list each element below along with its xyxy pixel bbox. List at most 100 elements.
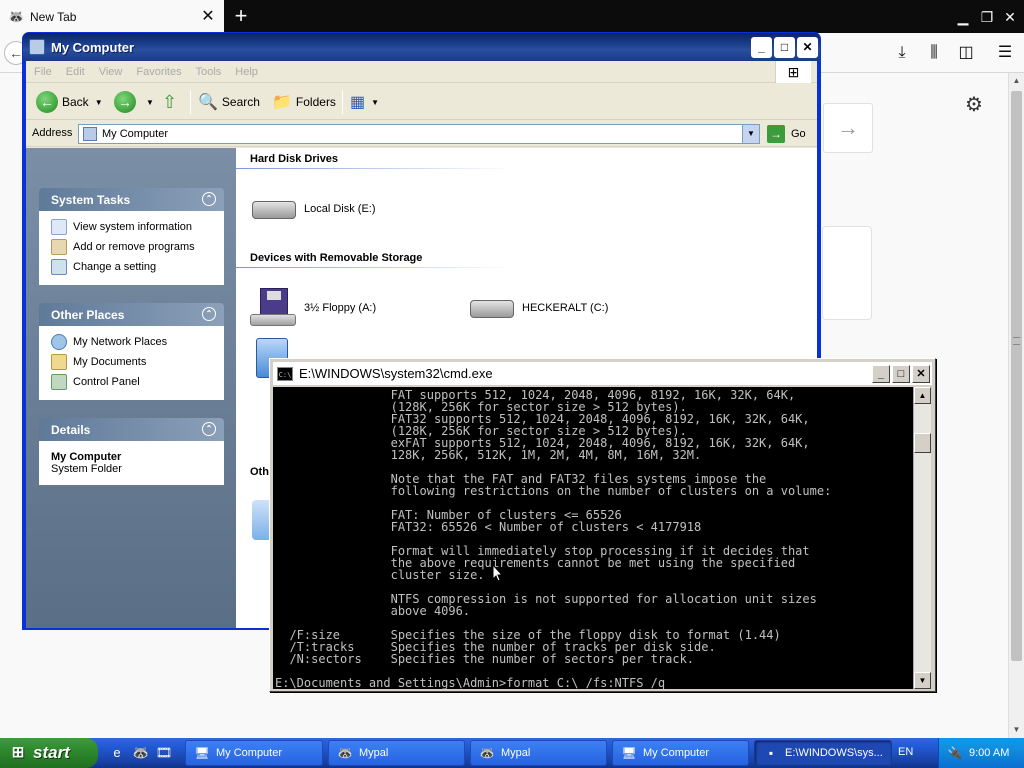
drive-floppy-a[interactable]: 3½ Floppy (A:)	[250, 288, 376, 328]
drive-local-disk-e[interactable]: Local Disk (E:)	[250, 189, 376, 229]
close-icon[interactable]: ✕	[999, 6, 1021, 28]
task-change-setting[interactable]: Change a setting	[51, 257, 214, 277]
other-places-panel: Other Places ⌃ My Network Places My Docu…	[39, 303, 224, 400]
console-scrollbar[interactable]: ▲ ▼	[913, 387, 931, 689]
explorer-titlebar[interactable]: My Computer _ □ ✕	[23, 33, 820, 61]
task-my-computer[interactable]: 🖥 My Computer	[185, 740, 323, 766]
panel-header[interactable]: System Tasks ⌃	[39, 188, 224, 211]
browser-tab[interactable]: 🦝 New Tab ✕	[0, 0, 224, 33]
scroll-grip	[1013, 337, 1020, 345]
cmd-title: E:\WINDOWS\system32\cmd.exe	[299, 366, 493, 381]
menu-bar: File Edit View Favorites Tools Help ⊞	[26, 61, 817, 83]
menu-view[interactable]: View	[99, 66, 123, 78]
menu-icon[interactable]: ☰	[993, 41, 1017, 65]
group-hard-disks: Hard Disk Drives	[250, 153, 339, 165]
menu-favorites[interactable]: Favorites	[136, 66, 181, 78]
scroll-down-icon[interactable]: ▼	[1009, 722, 1024, 738]
maximize-button[interactable]: □	[892, 364, 910, 383]
menu-edit[interactable]: Edit	[66, 66, 85, 78]
scroll-thumb[interactable]	[1011, 91, 1022, 661]
back-button[interactable]: ← Back ▼	[36, 89, 103, 115]
mypal-icon[interactable]: 🦝	[132, 744, 150, 762]
download-icon[interactable]: ⤓	[890, 41, 914, 65]
toolbar-separator	[190, 90, 191, 114]
menu-tools[interactable]: Tools	[196, 66, 222, 78]
restore-icon[interactable]: ❐	[976, 6, 998, 28]
forward-arrow-icon[interactable]: →	[823, 103, 873, 153]
panel-title: Details	[51, 422, 91, 437]
go-arrow-icon: →	[767, 125, 785, 143]
menu-file[interactable]: File	[34, 66, 52, 78]
drive-label: 3½ Floppy (A:)	[304, 302, 377, 314]
media-icon[interactable]: 🎞	[155, 744, 173, 762]
drive-heckeralt-c[interactable]: HECKERALT (C:)	[468, 288, 608, 328]
cmd-titlebar[interactable]: C:\ E:\WINDOWS\system32\cmd.exe _ □ ✕	[273, 362, 932, 385]
console-line: above 4096.	[275, 604, 471, 618]
console-line: cluster size.	[275, 568, 485, 582]
cmd-icon: C:\	[277, 366, 293, 381]
cmd-icon: ▪	[768, 746, 774, 760]
page-scrollbar[interactable]: ▲ ▼	[1008, 73, 1024, 738]
folders-button[interactable]: 📁 Folders	[272, 89, 336, 115]
minimize-button[interactable]: _	[751, 36, 772, 58]
close-button[interactable]: ✕	[797, 36, 818, 58]
menu-help[interactable]: Help	[235, 66, 258, 78]
collapse-icon[interactable]: ⌃	[202, 422, 216, 436]
task-my-computer-2[interactable]: 🖥 My Computer	[612, 740, 749, 766]
forward-arrow-icon: →	[114, 91, 136, 113]
up-folder-button[interactable]: ⇧	[162, 89, 177, 115]
task-mypal-2[interactable]: 🦝 Mypal	[470, 740, 607, 766]
sidebar-icon[interactable]: ◫	[954, 41, 978, 65]
chevron-down-icon[interactable]: ▼	[742, 125, 759, 143]
scroll-down-icon[interactable]: ▼	[914, 672, 931, 689]
mypal-icon: 🦝	[479, 746, 495, 760]
forward-button[interactable]: → ▼	[114, 89, 154, 115]
panel-header[interactable]: Other Places ⌃	[39, 303, 224, 326]
collapse-icon[interactable]: ⌃	[202, 192, 216, 206]
new-tab-button[interactable]: +	[228, 4, 254, 30]
tab-close-icon[interactable]: ✕	[200, 8, 216, 25]
search-button[interactable]: 🔍 Search	[198, 89, 260, 115]
views-button[interactable]: ▦ ▼	[350, 89, 379, 115]
console-output[interactable]: FAT supports 512, 1024, 2048, 4096, 8192…	[273, 387, 913, 689]
scroll-thumb[interactable]	[914, 433, 931, 453]
library-icon[interactable]: ⫼	[922, 41, 946, 65]
task-label: Mypal	[501, 747, 531, 759]
minimize-icon[interactable]: ▁	[952, 6, 974, 28]
maximize-button[interactable]: □	[774, 36, 795, 58]
chevron-down-icon[interactable]: ▼	[371, 98, 379, 107]
network-tray-icon[interactable]: 🔌	[947, 745, 963, 761]
go-button[interactable]: → Go	[767, 125, 806, 143]
task-cmd[interactable]: ▪ E:\WINDOWS\sys...	[754, 740, 892, 766]
place-label: My Network Places	[73, 336, 168, 348]
drive-label: HECKERALT (C:)	[522, 302, 609, 314]
task-add-remove-programs[interactable]: Add or remove programs	[51, 237, 214, 257]
drive-label: Local Disk (E:)	[304, 203, 376, 215]
computer-icon: 🖥	[621, 746, 637, 760]
chevron-down-icon[interactable]: ▼	[95, 98, 103, 107]
panel-header[interactable]: Details ⌃	[39, 418, 224, 441]
ie-icon[interactable]: e	[108, 744, 126, 762]
place-documents[interactable]: My Documents	[51, 352, 214, 372]
task-mypal-1[interactable]: 🦝 Mypal	[328, 740, 465, 766]
address-field[interactable]: My Computer ▼	[78, 124, 760, 144]
clock[interactable]: 9:00 AM	[969, 747, 1009, 759]
place-control-panel[interactable]: Control Panel	[51, 372, 214, 392]
task-view-system-info[interactable]: View system information	[51, 217, 214, 237]
close-button[interactable]: ✕	[912, 364, 930, 383]
chevron-down-icon[interactable]: ▼	[146, 98, 154, 107]
language-indicator[interactable]: EN	[898, 746, 913, 758]
cmd-window: C:\ E:\WINDOWS\system32\cmd.exe _ □ ✕ FA…	[269, 358, 936, 692]
scroll-up-icon[interactable]: ▲	[914, 387, 931, 404]
system-info-icon	[51, 219, 67, 235]
task-label: Add or remove programs	[73, 241, 195, 253]
gear-icon[interactable]: ⚙	[965, 92, 983, 117]
hard-disk-icon	[250, 189, 298, 229]
minimize-button[interactable]: _	[872, 364, 890, 383]
address-bar: Address My Computer ▼ → Go	[26, 121, 817, 147]
start-button[interactable]: ⊞ start	[0, 738, 98, 768]
collapse-icon[interactable]: ⌃	[202, 307, 216, 321]
floppy-icon	[250, 288, 298, 328]
place-network[interactable]: My Network Places	[51, 332, 214, 352]
scroll-up-icon[interactable]: ▲	[1009, 73, 1024, 89]
